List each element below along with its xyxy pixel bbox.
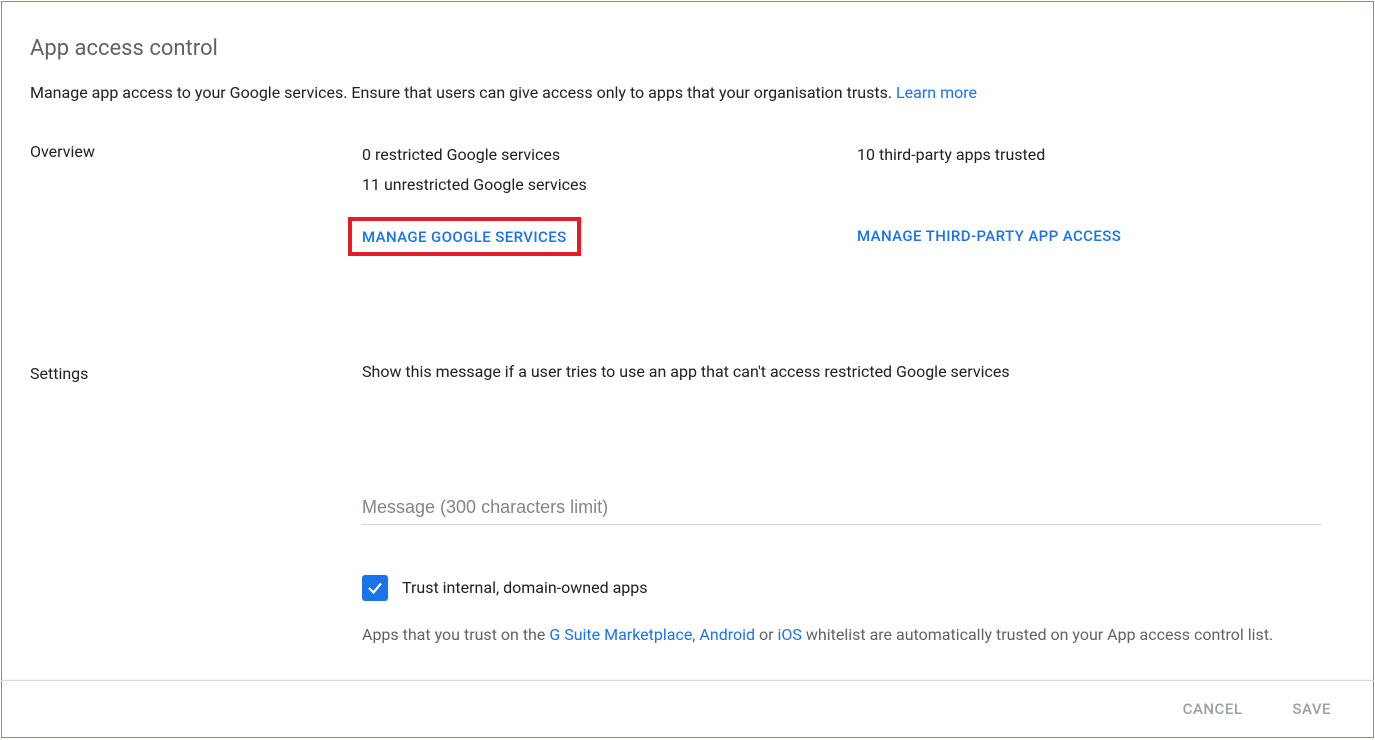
overview-section: Overview 0 restricted Google services 11…	[30, 140, 1345, 256]
trust-internal-checkbox[interactable]	[362, 575, 388, 601]
check-icon	[366, 579, 384, 597]
third-party-trusted-count: 10 third-party apps trusted	[857, 140, 1345, 170]
trust-desc-prefix: Apps that you trust on the	[362, 625, 549, 644]
spacer-line	[857, 170, 1345, 200]
intro-text: Manage app access to your Google service…	[30, 83, 1345, 102]
restricted-message-label: Show this message if a user tries to use…	[362, 362, 1321, 381]
manage-third-party-button[interactable]: MANAGE THIRD-PARTY APP ACCESS	[857, 217, 1133, 255]
trust-internal-label: Trust internal, domain-owned apps	[402, 578, 648, 597]
content-area: App access control Manage app access to …	[2, 2, 1373, 647]
cancel-button[interactable]: CANCEL	[1183, 700, 1243, 718]
gsuite-marketplace-link[interactable]: G Suite Marketplace	[549, 625, 692, 644]
settings-section: Settings Show this message if a user tri…	[30, 362, 1345, 647]
intro-body: Manage app access to your Google service…	[30, 83, 896, 102]
manage-services-row: MANAGE GOOGLE SERVICES	[362, 217, 857, 256]
restricted-services-count: 0 restricted Google services	[362, 140, 857, 170]
trust-desc-or: or	[755, 625, 777, 644]
overview-columns: 0 restricted Google services 11 unrestri…	[362, 140, 1345, 256]
page-title: App access control	[30, 36, 1345, 61]
overview-right-column: 10 third-party apps trusted MANAGE THIRD…	[857, 140, 1345, 256]
trust-internal-row: Trust internal, domain-owned apps	[362, 575, 1321, 601]
restricted-message-input[interactable]	[362, 491, 1321, 525]
manage-third-party-row: MANAGE THIRD-PARTY APP ACCESS	[857, 217, 1345, 255]
highlight-annotation: MANAGE GOOGLE SERVICES	[348, 217, 581, 256]
trust-description: Apps that you trust on the G Suite Marke…	[362, 623, 1321, 647]
overview-label: Overview	[30, 140, 362, 256]
footer-bar: CANCEL SAVE	[2, 681, 1373, 737]
learn-more-link[interactable]: Learn more	[896, 83, 977, 102]
trust-desc-suffix: whitelist are automatically trusted on y…	[802, 625, 1273, 644]
ios-link[interactable]: iOS	[778, 625, 802, 644]
android-link[interactable]: Android	[699, 625, 755, 644]
manage-google-services-button[interactable]: MANAGE GOOGLE SERVICES	[362, 228, 567, 246]
app-access-control-panel: App access control Manage app access to …	[1, 1, 1374, 738]
save-button[interactable]: SAVE	[1292, 700, 1331, 718]
settings-label: Settings	[30, 362, 362, 647]
overview-left-column: 0 restricted Google services 11 unrestri…	[362, 140, 857, 256]
unrestricted-services-count: 11 unrestricted Google services	[362, 170, 857, 200]
settings-body: Show this message if a user tries to use…	[362, 362, 1345, 647]
